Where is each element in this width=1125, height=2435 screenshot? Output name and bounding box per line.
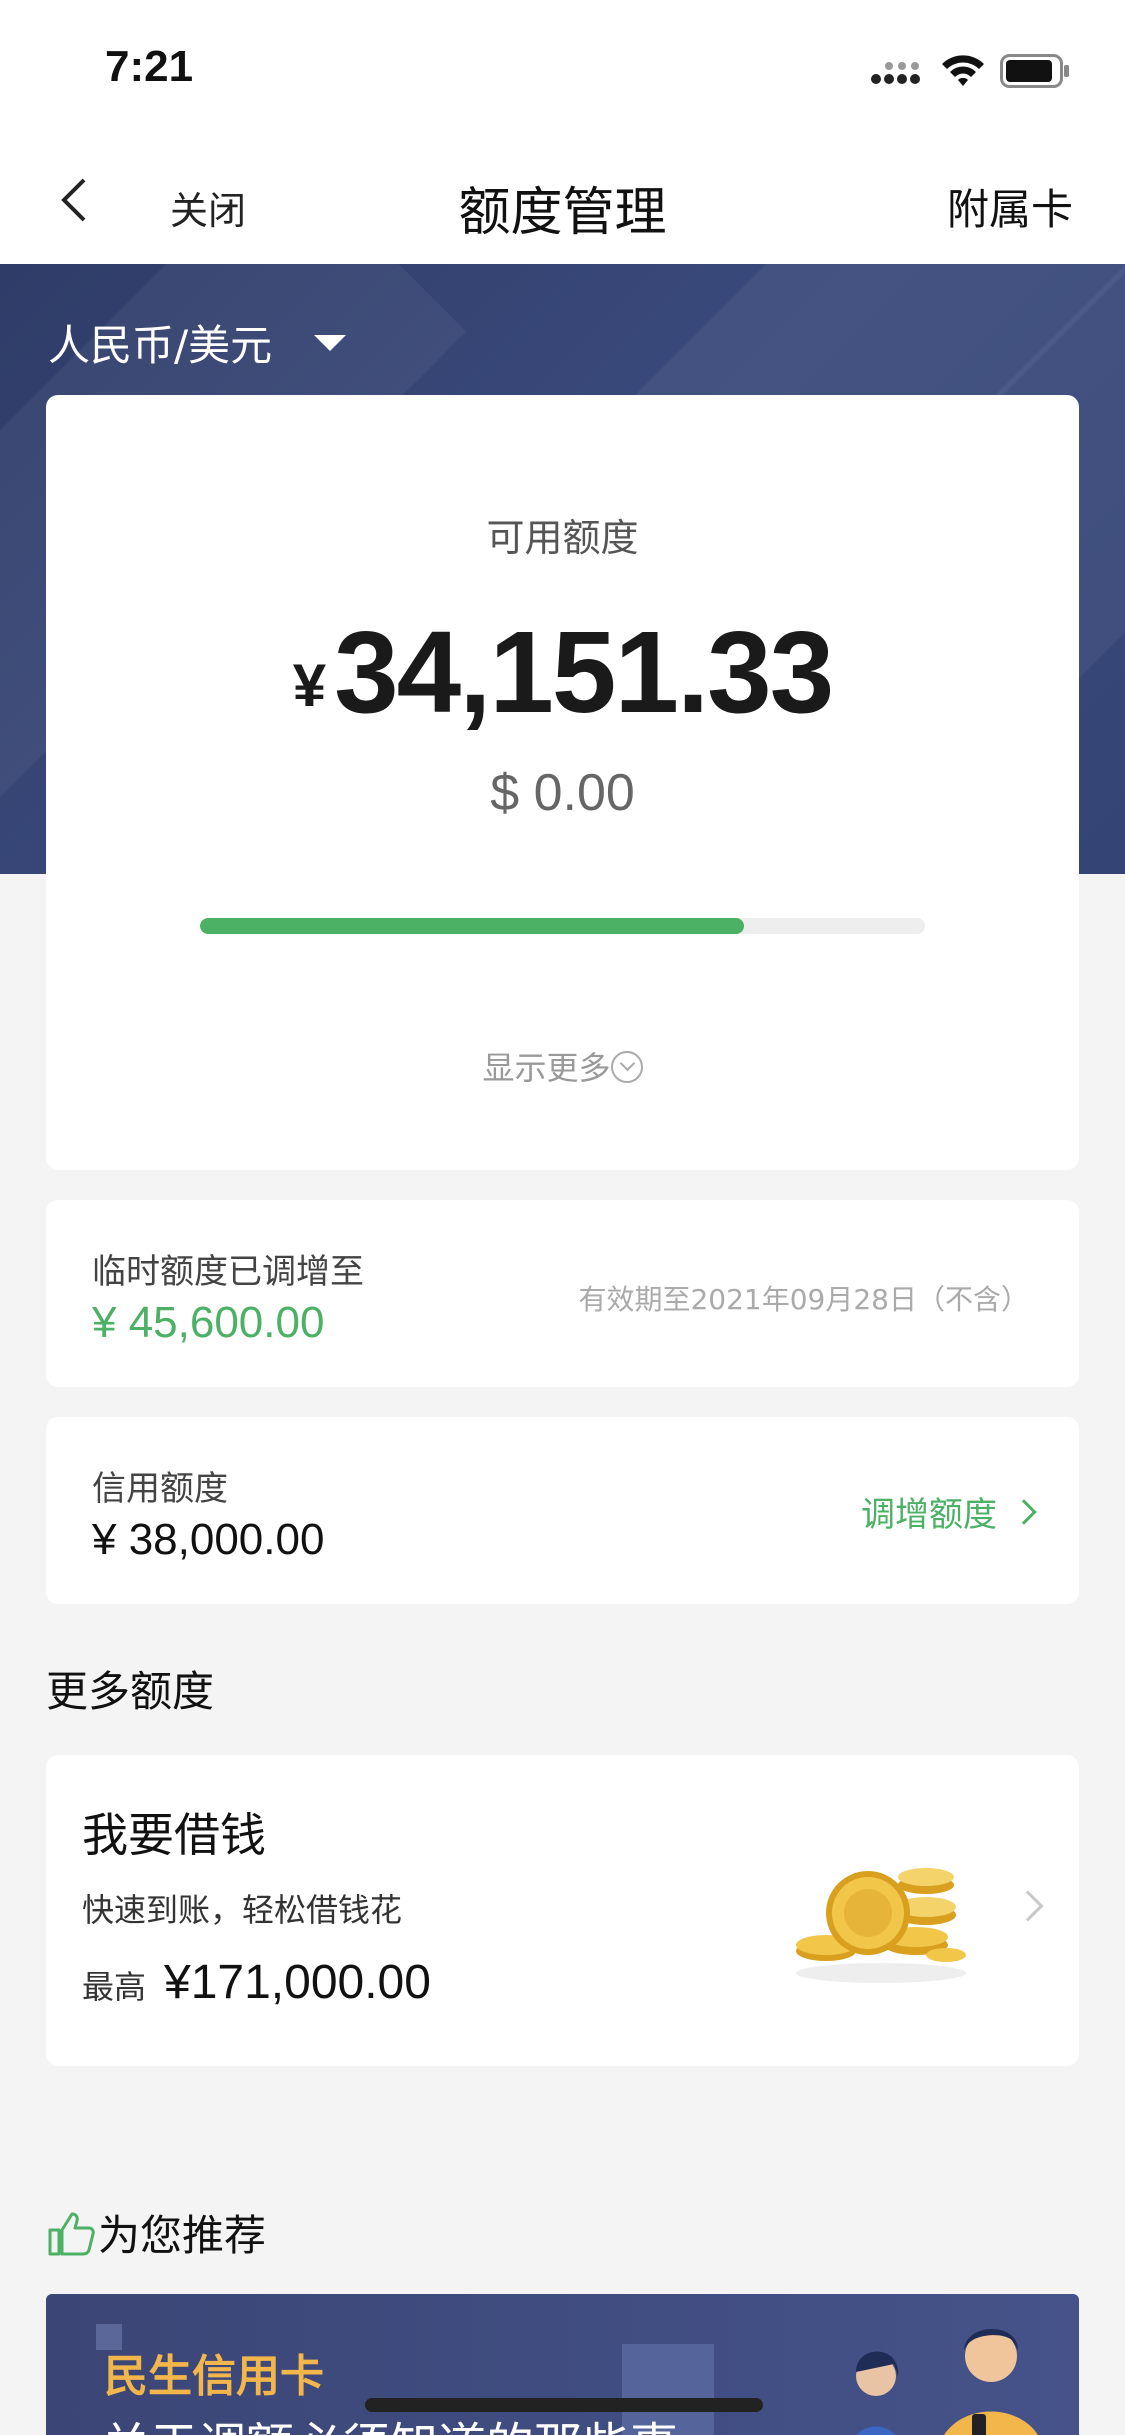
signal-icon bbox=[871, 62, 920, 84]
usd-amount: $ 0.00 bbox=[490, 764, 635, 822]
chevron-right-icon bbox=[1011, 1498, 1037, 1525]
available-credit-card: 可用额度 ¥34,151.33 $ 0.00 显示更多 bbox=[46, 395, 1079, 1170]
thumbs-up-icon bbox=[48, 2212, 95, 2255]
show-more-button[interactable]: 显示更多 bbox=[46, 1043, 1079, 1089]
chevron-down-circle-icon bbox=[610, 1051, 643, 1083]
battery-icon bbox=[1000, 54, 1069, 88]
nav-bar: 关闭 额度管理 附属卡 bbox=[0, 140, 1125, 264]
loan-max-amount: ¥171,000.00 bbox=[164, 1956, 431, 2009]
loan-title: 我要借钱 bbox=[82, 1808, 266, 1862]
temporary-amount: ¥ 45,600.00 bbox=[92, 1298, 325, 1347]
increase-limit-button[interactable]: 调增额度 bbox=[861, 1487, 1037, 1536]
usage-progress-fill bbox=[200, 918, 744, 934]
credit-label: 信用额度 bbox=[92, 1469, 228, 1509]
status-time: 7:21 bbox=[105, 42, 194, 91]
coins-icon bbox=[796, 1868, 966, 1983]
currency-label: 人民币/美元 bbox=[48, 321, 273, 370]
loan-card[interactable]: 我要借钱 快速到账，轻松借钱花 最高 ¥171,000.00 bbox=[46, 1755, 1079, 2066]
wifi-icon bbox=[942, 55, 984, 86]
available-label: 可用额度 bbox=[486, 516, 639, 560]
promo-banner[interactable]: 民生信用卡 关于调额必须知道的那些事 bbox=[46, 2294, 1079, 2435]
credit-amount: ¥ 38,000.00 bbox=[92, 1515, 325, 1564]
loan-subtitle: 快速到账，轻松借钱花 bbox=[82, 1891, 403, 1929]
usage-progress-bar bbox=[200, 918, 925, 934]
currency-symbol: ¥ bbox=[292, 652, 327, 719]
temporary-label: 临时额度已调增至 bbox=[92, 1252, 364, 1292]
temporary-credit-card: 临时额度已调增至 ¥ 45,600.00 有效期至2021年09月28日（不含） bbox=[46, 1200, 1079, 1387]
more-credit-heading: 更多额度 bbox=[46, 1667, 215, 1716]
recommend-title: 为您推荐 bbox=[98, 2211, 267, 2260]
recommend-heading: 为您推荐 bbox=[46, 2202, 266, 2263]
home-indicator bbox=[365, 2398, 763, 2412]
loan-max-label: 最高 bbox=[82, 1968, 147, 2006]
banner-brand: 民生信用卡 bbox=[104, 2351, 324, 2402]
currency-selector[interactable]: 人民币/美元 bbox=[48, 312, 347, 373]
available-amount-value: 34,151.33 bbox=[334, 607, 834, 737]
loan-max: 最高 ¥171,000.00 bbox=[82, 1955, 431, 2010]
people-illustration-icon bbox=[856, 2329, 1038, 2435]
chevron-right-icon bbox=[1012, 1890, 1044, 1922]
caret-down-icon bbox=[314, 334, 347, 351]
credit-limit-card: 信用额度 ¥ 38,000.00 调增额度 bbox=[46, 1417, 1079, 1604]
status-bar: 7:21 bbox=[0, 0, 1125, 140]
increase-limit-label: 调增额度 bbox=[861, 1495, 997, 1535]
supplementary-card-button[interactable]: 附属卡 bbox=[947, 176, 1073, 237]
available-amount: ¥34,151.33 bbox=[46, 605, 1079, 739]
show-more-label: 显示更多 bbox=[482, 1049, 611, 1087]
temporary-validity: 有效期至2021年09月28日（不含） bbox=[578, 1283, 1029, 1316]
